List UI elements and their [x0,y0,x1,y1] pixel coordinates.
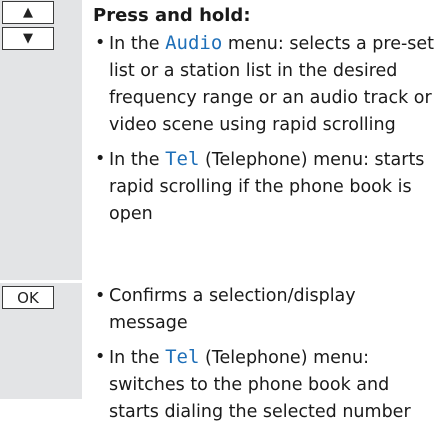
description-column: Confirms a selection/display message In … [82,283,439,422]
description-column: Press and hold: In the Audio menu: selec… [82,0,439,280]
menu-keyword: Tel [165,346,200,368]
bullet-list: Confirms a selection/display message In … [93,283,439,426]
list-item: In the Tel (Telephone) menu: switches to… [93,344,439,426]
key-column: OK [0,283,82,399]
ok-row: OK Confirms a selection/display message … [0,283,439,422]
bullet-list: In the Audio menu: selects a pre-set lis… [93,30,439,228]
up-key: ▲ [2,1,54,24]
menu-keyword: Tel [165,148,200,170]
press-and-hold-row: ▲ ▼ Press and hold: In the Audio menu: s… [0,0,439,280]
bullet-text: Confirms a selection/display message [109,286,356,333]
list-item: In the Audio menu: selects a pre-set lis… [93,30,439,139]
section-heading: Press and hold: [93,5,251,26]
key-column: ▲ ▼ [0,0,82,280]
ok-key-icon: OK [17,288,39,307]
ok-key: OK [2,286,54,309]
bullet-text: In the [109,34,166,54]
bullet-text: In the [109,150,166,170]
down-key: ▼ [2,27,54,50]
manual-page: ▲ ▼ Press and hold: In the Audio menu: s… [0,0,439,422]
menu-keyword: Audio [165,32,223,54]
bullet-text: In the [109,348,166,368]
list-item: Confirms a selection/display message [93,283,439,337]
section1-content: Press and hold: In the Audio menu: selec… [93,2,439,228]
list-item: In the Tel (Telephone) menu: starts rapi… [93,146,439,228]
triangle-up-icon: ▲ [23,5,33,20]
triangle-down-icon: ▼ [23,31,33,46]
section2-content: Confirms a selection/display message In … [93,283,439,426]
